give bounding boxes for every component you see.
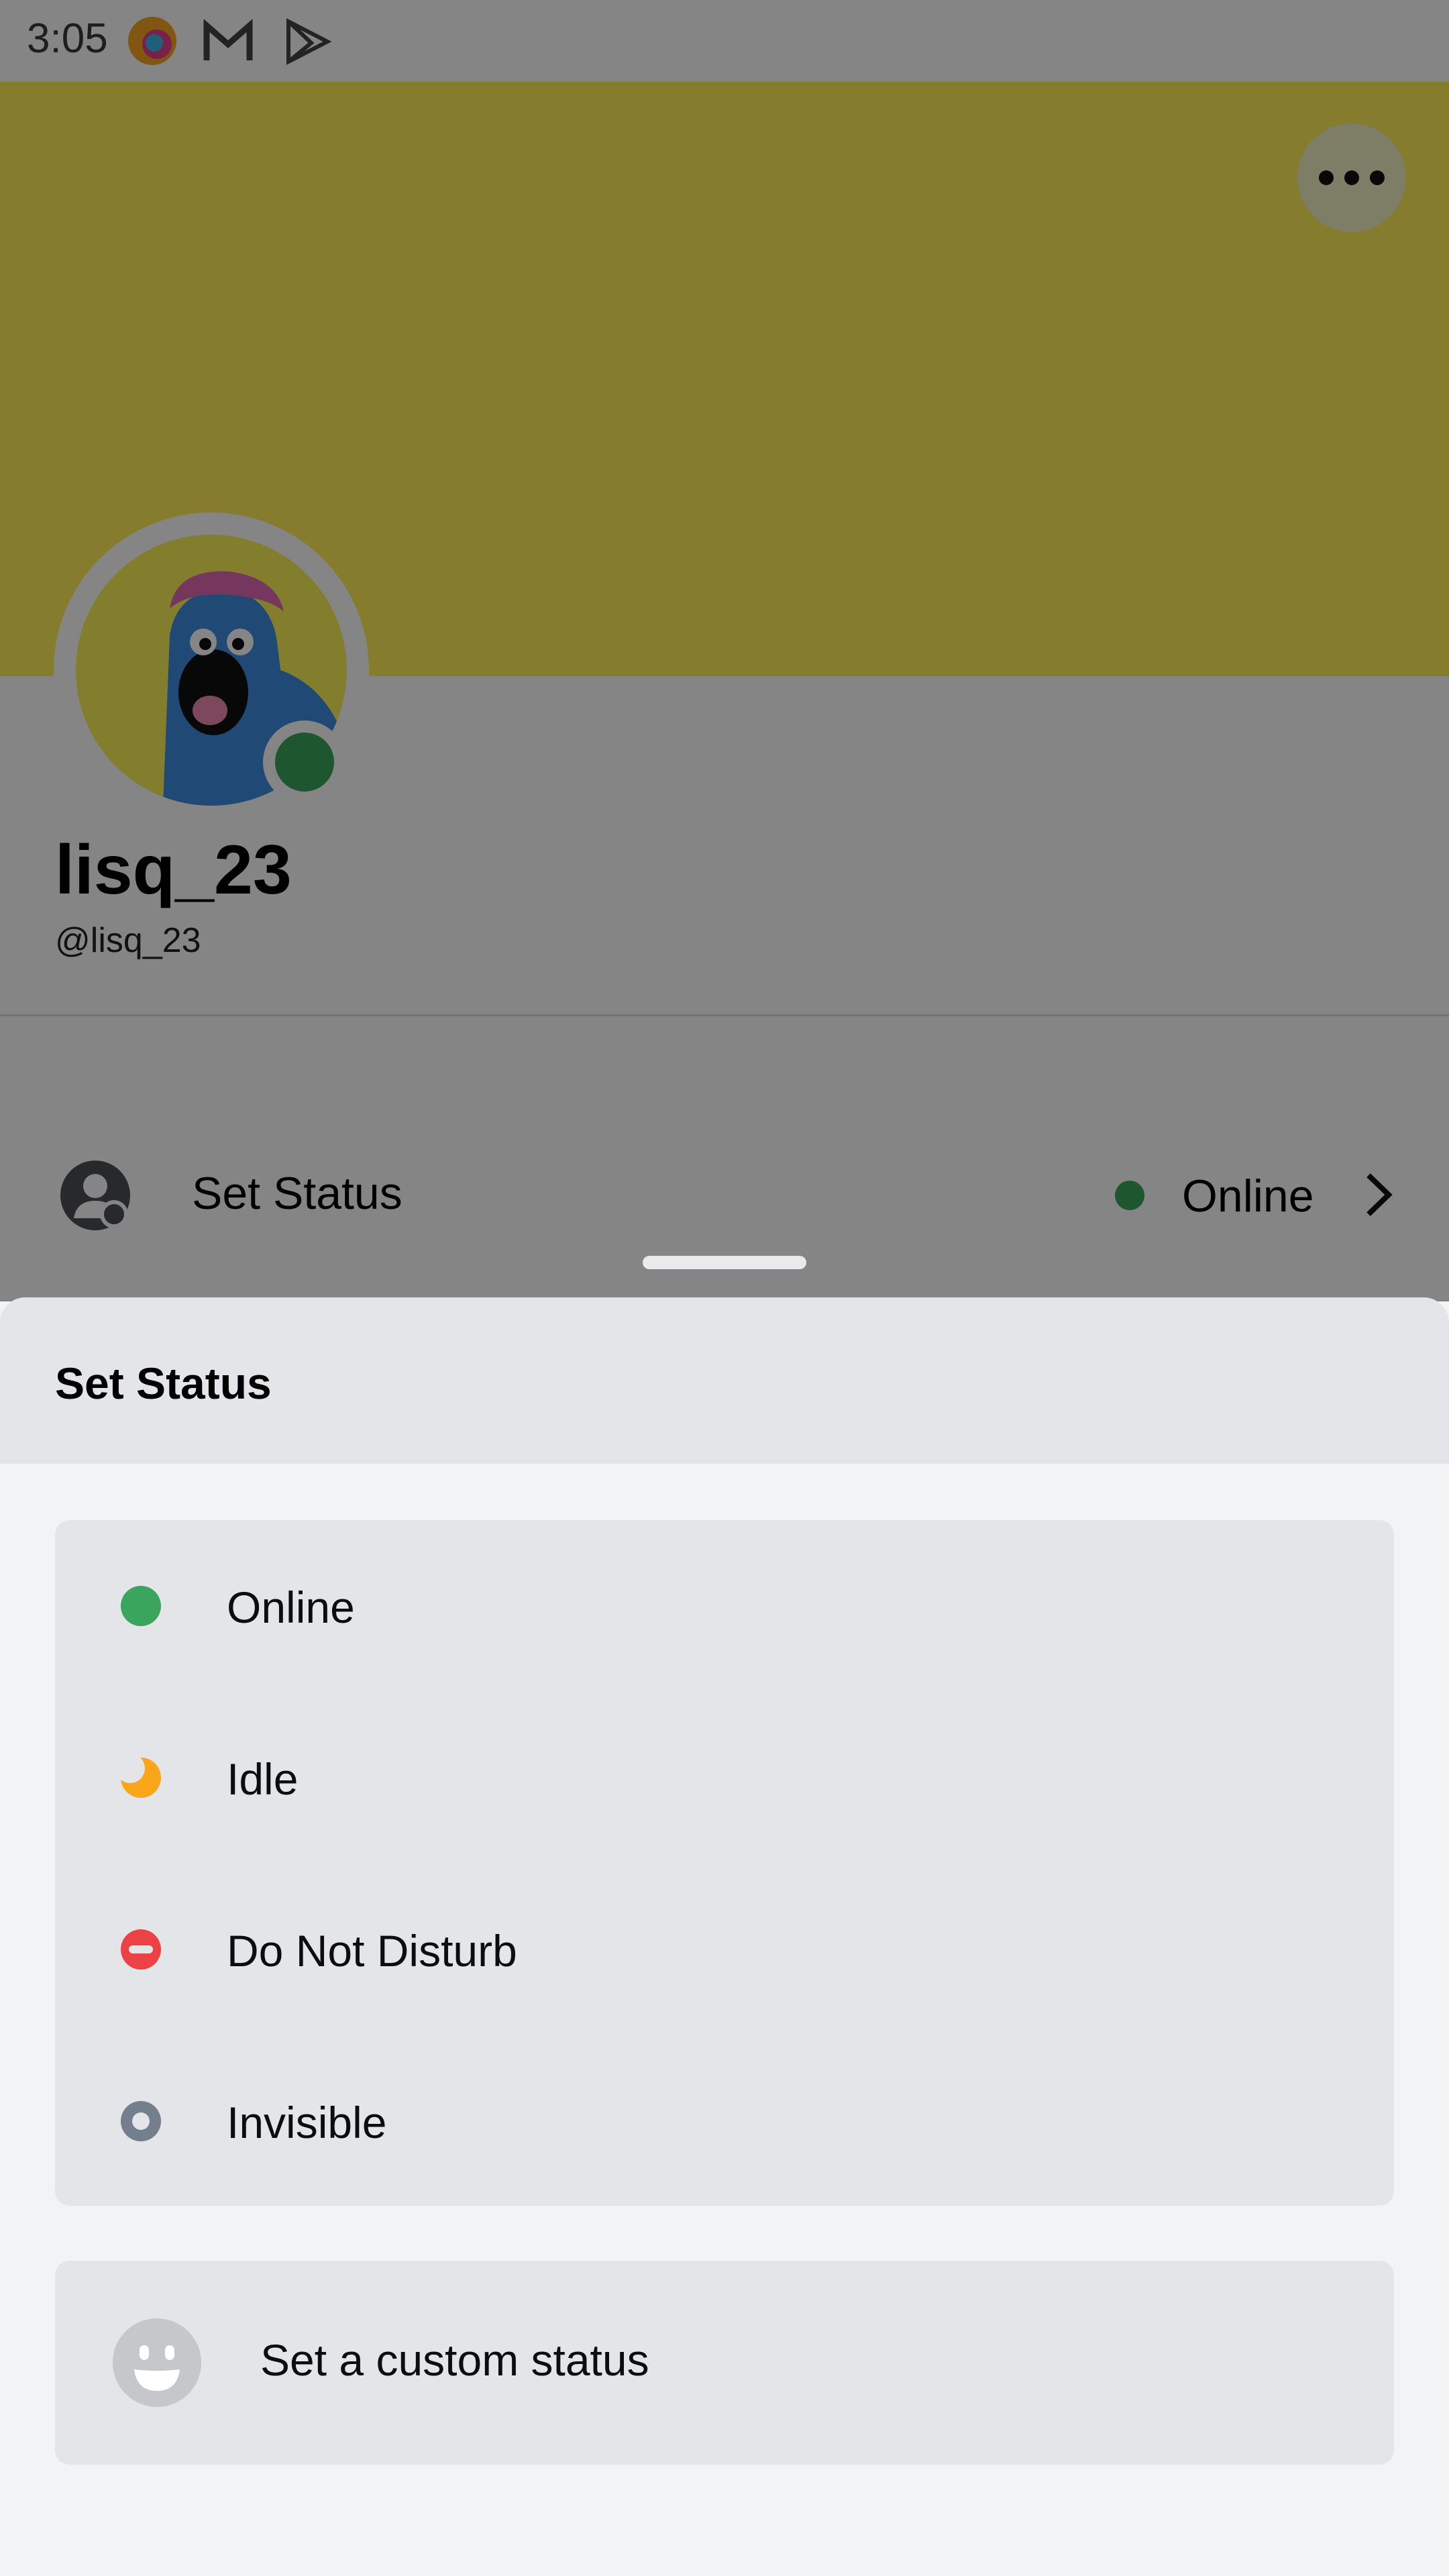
status-option-label: Do Not Disturb [227,1926,517,1976]
idle-moon-icon [119,1756,161,1798]
smiley-face-icon [113,2318,201,2407]
online-dot-icon [121,1586,161,1626]
sheet-drag-handle[interactable] [643,1256,806,1269]
status-option-idle[interactable]: Idle [55,1692,1394,1864]
status-option-invisible[interactable]: Invisible [55,2035,1394,2207]
invisible-ring-icon [121,2101,161,2141]
status-option-label: Online [227,1582,355,1632]
status-option-online[interactable]: Online [55,1520,1394,1692]
status-options-card: Online Idle Do Not Disturb Invisible [55,1520,1394,2206]
dnd-icon [121,1929,161,1970]
sheet-title: Set Status [55,1358,272,1408]
set-status-sheet: Set Status Online Idle Do Not Disturb In… [0,1297,1449,2576]
status-option-label: Idle [227,1754,299,1804]
custom-status-button[interactable]: Set a custom status [55,2261,1394,2465]
custom-status-label: Set a custom status [260,2335,649,2385]
status-option-dnd[interactable]: Do Not Disturb [55,1864,1394,2035]
status-option-label: Invisible [227,2098,387,2147]
modal-scrim[interactable] [0,0,1449,1301]
sheet-header: Set Status [0,1297,1449,1464]
